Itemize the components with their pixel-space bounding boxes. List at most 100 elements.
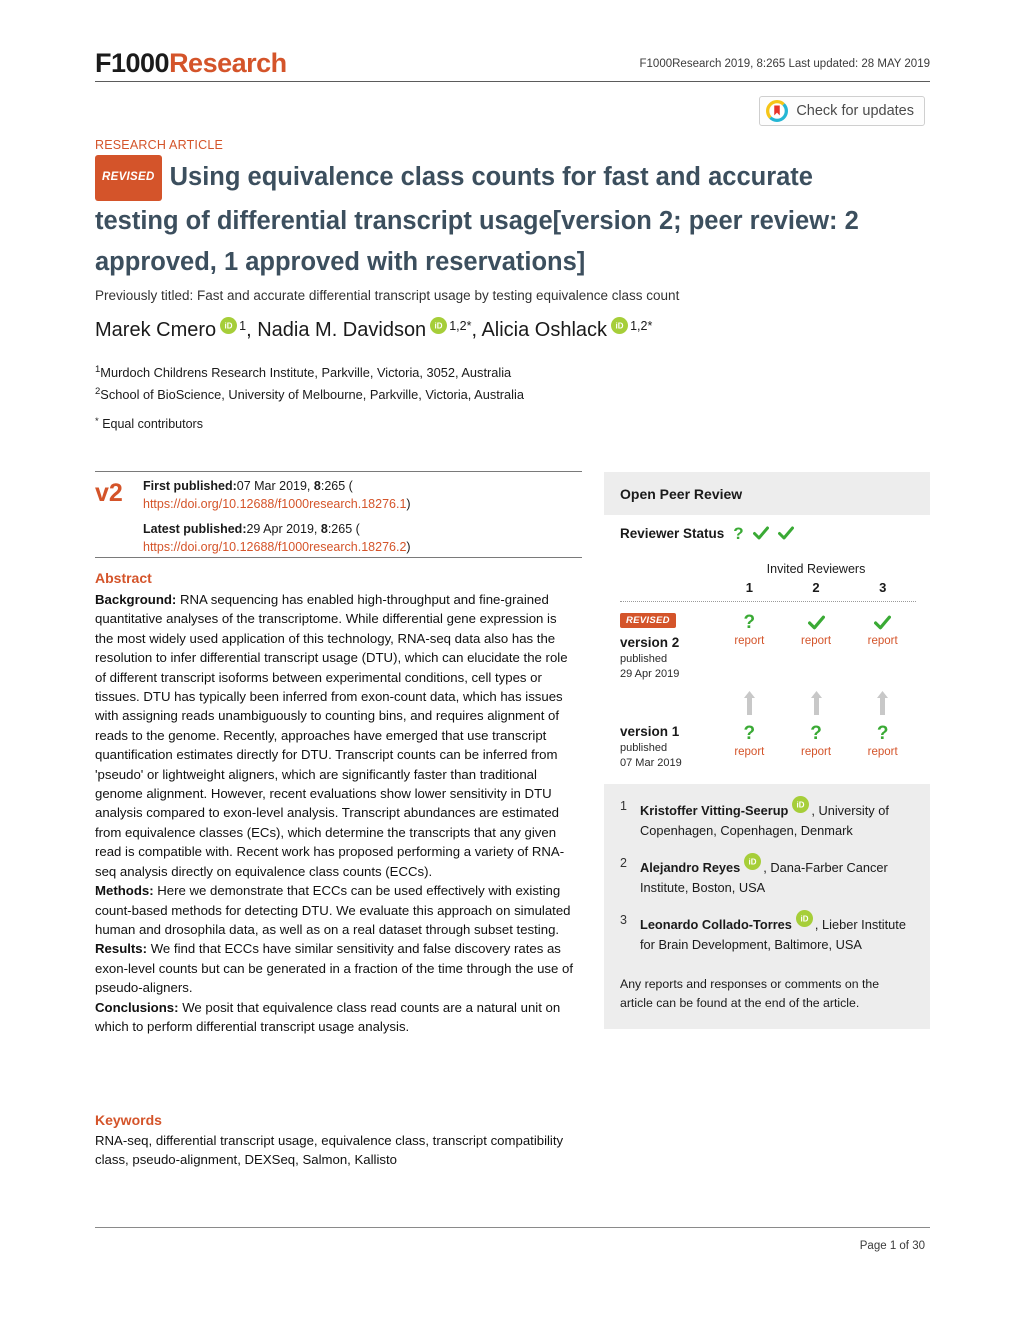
version-name-2[interactable]: version 2 [620, 634, 716, 652]
version-row-1: version 1 published 07 Mar 2019 ? report… [620, 723, 916, 770]
abstract-text-background: RNA sequencing has enabled high-throughp… [95, 592, 568, 879]
latest-published-label: Latest published: [143, 522, 247, 536]
abstract-label-conclusions: Conclusions: [95, 999, 179, 1015]
page-number: Page 1 of 30 [859, 1240, 925, 1252]
reviewer-entry-3: 3 Leonardo Collado-Torres iD, Lieber Inst… [620, 910, 914, 955]
version1-reviewer3-report-link[interactable]: report [849, 746, 916, 758]
reviewer-info-1: Kristoffer Vitting-Seerup iD, University … [640, 796, 914, 841]
version2-reviewer2-report-link[interactable]: report [783, 635, 850, 647]
version-block: v2 First published:07 Mar 2019, 8:265 ( … [95, 478, 582, 564]
version-published-date-2: 29 Apr 2019 [620, 667, 680, 680]
author-name-1[interactable]: Nadia M. Davidson [257, 319, 426, 341]
version-tag: v2 [95, 479, 123, 507]
first-published-date: 07 Mar 2019, [236, 479, 314, 493]
first-doi-link[interactable]: https://doi.org/10.12688/f1000research.1… [143, 497, 406, 511]
abstract-label-background: Background: [95, 592, 177, 607]
latest-published-issue: :265 ( [327, 522, 360, 536]
orcid-icon[interactable]: iD [220, 317, 238, 334]
abstract-label-methods: Methods: [95, 883, 154, 899]
invited-reviewers-label: Invited Reviewers [766, 562, 866, 576]
latest-doi-link[interactable]: https://doi.org/10.12688/f1000research.1… [143, 540, 406, 554]
version2-reviewer1-report-link[interactable]: report [716, 635, 783, 647]
reviewer-name-2[interactable]: Alejandro Reyes [640, 860, 740, 875]
reviewer-number-3: 3 [879, 580, 887, 595]
version1-reviewer3-mark: ? [876, 723, 889, 744]
publication-dates: First published:07 Mar 2019, 8:265 ( htt… [143, 478, 411, 564]
reviewer-index-2: 2 [620, 856, 627, 870]
reviewer-status-label: Reviewer Status [620, 526, 725, 541]
affiliation-item: 1Murdoch Childrens Research Institute, P… [95, 360, 524, 382]
abstract-heading: Abstract [95, 570, 152, 586]
up-arrow-icon [743, 691, 755, 715]
reviewer-number-row: 1 2 3 [620, 580, 916, 601]
version2-reviewer3-report-link[interactable]: report [849, 635, 916, 647]
reviewer-index-3: 3 [620, 913, 627, 927]
reviewer-list: 1 Kristoffer Vitting-Seerup iD, Universit… [604, 784, 930, 971]
equal-contributors-text: Equal contributors [102, 417, 203, 431]
page-title: REVISED Using equivalence class counts fo… [95, 155, 885, 283]
first-doi-paren: ) [406, 496, 411, 511]
matrix-divider [620, 601, 916, 602]
first-published-issue: :265 ( [320, 479, 353, 493]
reviewer-number-2: 2 [812, 580, 820, 595]
up-arrow-icon [877, 691, 889, 715]
status-check-icon [752, 526, 769, 540]
reviewer-name-3[interactable]: Leonardo Collado-Torres [640, 917, 792, 932]
footer-divider [95, 1227, 930, 1228]
affiliation-list: 1Murdoch Childrens Research Institute, P… [95, 360, 524, 404]
title-block: REVISED Using equivalence class counts fo… [95, 155, 885, 305]
version-label-1: version 1 published 07 Mar 2019 [620, 723, 716, 770]
arrow-cell-1 [716, 690, 783, 719]
masthead: F1000Research F1000Research 2019, 8:265 … [95, 48, 930, 80]
version2-reviewer3-cell: report [849, 612, 916, 681]
author-name-2[interactable]: Alicia Oshlack [481, 319, 607, 341]
matrix-spacer [620, 690, 716, 719]
reviewer-matrix: Invited Reviewers 1 2 3 REVISED version … [604, 552, 930, 784]
orcid-icon[interactable]: iD [430, 317, 448, 334]
author-list: Marek Cmero iD 1, Nadia M. Davidson iD 1,2*,… [95, 313, 652, 343]
svg-text:iD: iD [616, 322, 624, 331]
version-divider-top [95, 471, 582, 472]
f1000research-logo[interactable]: F1000Research [95, 48, 287, 78]
author-name-0[interactable]: Marek Cmero [95, 319, 216, 341]
orcid-icon[interactable]: iD [611, 317, 629, 334]
reviewer-number-1: 1 [745, 580, 753, 595]
open-peer-review-panel: Open Peer Review Reviewer Status ? Invit… [604, 472, 930, 1029]
author-affil-sup-1: 1,2* [449, 319, 472, 333]
equal-contributors-note: * Equal contributors [95, 416, 203, 431]
version2-reviewer1-mark: ? [743, 612, 756, 633]
reviewer-entry-1: 1 Kristoffer Vitting-Seerup iD, Universit… [620, 796, 914, 841]
reviewer-name-1[interactable]: Kristoffer Vitting-Seerup [640, 803, 788, 818]
author-sep-0: , [246, 319, 258, 341]
version-name-1[interactable]: version 1 [620, 723, 716, 741]
running-head: F1000Research 2019, 8:265 Last updated: … [639, 58, 930, 70]
first-published-volume: 8 [313, 479, 321, 493]
peer-review-footnote: Any reports and responses or comments on… [620, 977, 880, 1010]
crossmark-icon [766, 100, 789, 122]
keywords-text: RNA-seq, differential transcript usage, … [95, 1133, 564, 1168]
affiliation-item: 2School of BioScience, University of Mel… [95, 382, 524, 404]
version1-reviewer1-mark: ? [743, 723, 756, 744]
version-label-2: REVISED version 2 published 29 Apr 2019 [620, 612, 716, 681]
status-question-icon: ? [733, 524, 744, 543]
version1-reviewer2-cell: ? report [783, 723, 850, 770]
reviewer-entry-2: 2 Alejandro Reyes iD, Dana-Farber Cancer … [620, 853, 914, 898]
orcid-icon[interactable]: iD [744, 853, 762, 870]
version-published-label-1: published [620, 742, 668, 754]
logo-f1000-text: F1000 [95, 48, 170, 78]
check-for-updates-button[interactable]: Check for updates [759, 96, 925, 126]
version1-reviewer2-report-link[interactable]: report [783, 746, 850, 758]
version1-reviewer1-report-link[interactable]: report [716, 746, 783, 758]
article-type-label: RESEARCH ARTICLE [95, 138, 224, 152]
abstract-paragraph-methods: Methods: Here we demonstrate that ECCs c… [95, 881, 577, 939]
version-row-2: REVISED version 2 published 29 Apr 2019 … [620, 612, 916, 681]
up-arrow-icon [810, 691, 822, 715]
orcid-icon[interactable]: iD [795, 910, 813, 927]
abstract-paragraph-background: Background: RNA sequencing has enabled h… [95, 590, 577, 881]
logo-research-text: Research [169, 48, 287, 78]
version2-reviewer2-mark [783, 612, 850, 634]
svg-text:iD: iD [797, 801, 805, 810]
orcid-icon[interactable]: iD [792, 796, 810, 813]
masthead-divider [95, 81, 930, 82]
abstract-label-results: Results: [95, 941, 148, 957]
